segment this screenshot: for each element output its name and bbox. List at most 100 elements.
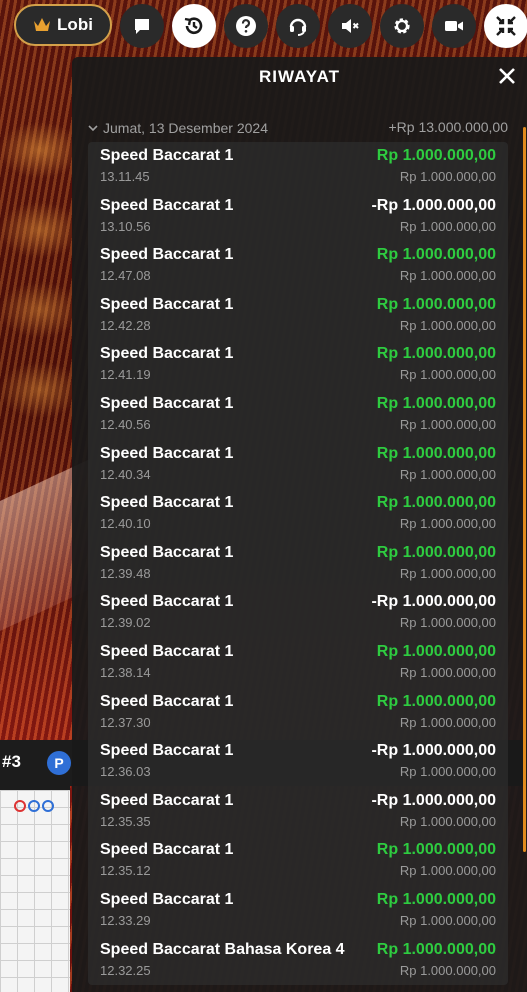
- round-time: 12.35.12: [100, 863, 151, 879]
- round-time: 12.38.14: [100, 664, 151, 680]
- result-amount: -Rp 1.000.000,00: [371, 196, 496, 214]
- lobby-button[interactable]: Lobi: [14, 4, 112, 46]
- game-name: Speed Baccarat 1: [100, 742, 234, 760]
- history-row[interactable]: Speed Baccarat 1 13.10.56 -Rp 1.000.000,00…: [88, 192, 508, 242]
- game-name: Speed Baccarat 1: [100, 593, 234, 611]
- scrollbar[interactable]: [523, 127, 526, 852]
- sound-button[interactable]: [328, 4, 372, 48]
- history-row[interactable]: Speed Baccarat 1 12.37.30 Rp 1.000.000,00 R…: [88, 688, 508, 738]
- round-time: 12.41.19: [100, 367, 151, 383]
- game-name: Speed Baccarat 1: [100, 345, 234, 363]
- round-time: 12.40.34: [100, 466, 151, 482]
- round-time: 12.40.10: [100, 516, 151, 532]
- date-group-header[interactable]: Jumat, 13 Desember 2024 +Rp 13.000.000,0…: [88, 119, 508, 137]
- history-row[interactable]: Speed Baccarat 1 12.41.19 Rp 1.000.000,00 R…: [88, 340, 508, 390]
- game-name: Speed Baccarat 1: [100, 692, 234, 710]
- history-button[interactable]: [172, 4, 216, 48]
- history-row[interactable]: Speed Baccarat 1 12.47.08 Rp 1.000.000,00 R…: [88, 241, 508, 291]
- round-time: 12.35.35: [100, 813, 151, 829]
- history-row[interactable]: Speed Baccarat 1 12.40.34 Rp 1.000.000,00 R…: [88, 440, 508, 490]
- result-amount: Rp 1.000.000,00: [376, 940, 496, 958]
- close-icon[interactable]: [497, 66, 517, 86]
- chat-icon: [135, 19, 149, 34]
- date-label: Jumat, 13 Desember 2024: [103, 120, 268, 136]
- crown-icon: [34, 18, 51, 31]
- stake-amount: Rp 1.000.000,00: [399, 565, 496, 581]
- history-row[interactable]: Speed Baccarat 1 12.35.35 -Rp 1.000.000,00…: [88, 787, 508, 837]
- round-time: 12.39.48: [100, 565, 151, 581]
- history-row[interactable]: Speed Baccarat 1 12.33.29 Rp 1.000.000,00 R…: [88, 886, 508, 936]
- player-count-badge: P: [47, 751, 71, 775]
- mute-icon: [342, 19, 359, 33]
- result-amount: Rp 1.000.000,00: [376, 345, 496, 363]
- stake-amount: Rp 1.000.000,00: [399, 863, 496, 879]
- exit-fullscreen-button[interactable]: [484, 4, 527, 48]
- round-time: 13.10.56: [100, 218, 151, 234]
- settings-button[interactable]: [380, 4, 424, 48]
- road-mark-icon: [28, 800, 40, 812]
- result-amount: Rp 1.000.000,00: [376, 494, 496, 512]
- help-button[interactable]: [224, 4, 268, 48]
- video-camera-icon: [445, 21, 463, 31]
- history-row[interactable]: Speed Baccarat 1 12.35.12 Rp 1.000.000,00 R…: [88, 836, 508, 886]
- support-button[interactable]: [276, 4, 320, 48]
- top-toolbar: Lobi: [0, 0, 527, 50]
- game-name: Speed Baccarat Bahasa Korea 4: [100, 940, 345, 958]
- round-time: 12.33.29: [100, 912, 151, 928]
- round-time: 13.11.45: [100, 169, 150, 184]
- result-amount: Rp 1.000.000,00: [376, 246, 496, 264]
- history-row[interactable]: Speed Baccarat 1 12.40.10 Rp 1.000.000,00 R…: [88, 489, 508, 539]
- round-time: 12.40.56: [100, 416, 151, 432]
- result-amount: Rp 1.000.000,00: [376, 295, 496, 313]
- result-amount: Rp 1.000.000,00: [376, 642, 496, 660]
- stake-amount: Rp 1.000.000,00: [399, 268, 496, 284]
- exit-fullscreen-icon: [496, 16, 516, 36]
- history-row[interactable]: Speed Baccarat 1 12.42.28 Rp 1.000.000,00 R…: [88, 291, 508, 341]
- history-row[interactable]: Speed Baccarat 1 12.36.03 -Rp 1.000.000,00…: [88, 737, 508, 787]
- result-amount: Rp 1.000.000,00: [376, 841, 496, 859]
- result-amount: -Rp 1.000.000,00: [371, 593, 496, 611]
- round-time: 12.39.02: [100, 615, 151, 631]
- history-row[interactable]: Speed Baccarat 1 12.39.48 Rp 1.000.000,00 R…: [88, 539, 508, 589]
- history-row[interactable]: Speed Baccarat Bahasa Korea 4 12.32.25 Rp …: [88, 936, 508, 986]
- result-amount: Rp 1.000.000,00: [376, 394, 496, 412]
- game-name: Speed Baccarat 1: [100, 246, 234, 264]
- history-row[interactable]: Speed Baccarat 1 13.11.45 Rp 1.000.000,00 R…: [88, 142, 508, 192]
- game-name: Speed Baccarat 1: [100, 543, 234, 561]
- road-mark-icon: [42, 800, 54, 812]
- round-time: 12.42.28: [100, 317, 151, 333]
- history-row[interactable]: Speed Baccarat 1 12.38.14 Rp 1.000.000,00 R…: [88, 638, 508, 688]
- roadmap-grid[interactable]: [0, 786, 70, 992]
- result-amount: Rp 1.000.000,00: [376, 692, 496, 710]
- result-amount: Rp 1.000.000,00: [376, 890, 496, 908]
- game-name: Speed Baccarat 1: [100, 494, 234, 512]
- history-list: Speed Baccarat 1 13.11.45 Rp 1.000.000,00 R…: [88, 142, 508, 986]
- history-row[interactable]: Speed Baccarat 1 12.39.02 -Rp 1.000.000,00…: [88, 588, 508, 638]
- video-button[interactable]: [432, 4, 476, 48]
- result-amount: Rp 1.000.000,00: [376, 444, 496, 462]
- stake-amount: Rp 1.000.000,00: [399, 615, 496, 631]
- stake-amount: Rp 1.000.000,00: [399, 813, 496, 829]
- result-amount: -Rp 1.000.000,00: [371, 791, 496, 809]
- game-name: Speed Baccarat 1: [100, 791, 234, 809]
- road-mark-icon: [14, 800, 26, 812]
- game-name: Speed Baccarat 1: [100, 147, 234, 164]
- stake-amount: Rp 1.000.000,00: [399, 218, 496, 234]
- result-amount: -Rp 1.000.000,00: [371, 742, 496, 760]
- stake-amount: Rp 1.000.000,00: [399, 416, 496, 432]
- stake-amount: Rp 1.000.000,00: [399, 317, 496, 333]
- game-name: Speed Baccarat 1: [100, 642, 234, 660]
- chat-button[interactable]: [120, 4, 164, 48]
- stake-amount: Rp 1.000.000,00: [399, 466, 496, 482]
- round-time: 12.37.30: [100, 714, 151, 730]
- day-total: +Rp 13.000.000,00: [388, 119, 509, 135]
- panel-title: RIWAYAT: [258, 67, 340, 86]
- round-time: 12.32.25: [100, 962, 151, 978]
- game-name: Speed Baccarat 1: [100, 394, 234, 412]
- stake-amount: Rp 1.000.000,00: [399, 714, 496, 730]
- game-name: Speed Baccarat 1: [100, 444, 234, 462]
- game-name: Speed Baccarat 1: [100, 890, 234, 908]
- result-amount: Rp 1.000.000,00: [376, 147, 496, 164]
- history-row[interactable]: Speed Baccarat 1 12.40.56 Rp 1.000.000,00 R…: [88, 390, 508, 440]
- round-time: 12.36.03: [100, 764, 151, 780]
